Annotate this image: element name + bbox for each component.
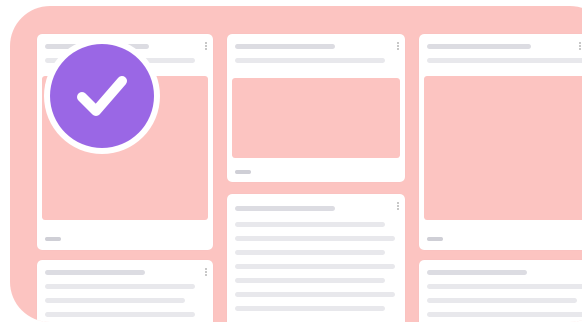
- card-text-placeholder: [427, 58, 582, 63]
- card-text-placeholder: [235, 278, 385, 283]
- checkmark-glyph: [77, 76, 127, 116]
- card-text-placeholder: [427, 284, 582, 289]
- card-menu-icon[interactable]: [205, 268, 207, 276]
- card-title-placeholder: [45, 270, 145, 275]
- card-text-placeholder: [427, 298, 577, 303]
- board-card[interactable]: [227, 194, 405, 322]
- card-text-placeholder: [235, 58, 385, 63]
- board-card[interactable]: [37, 260, 213, 322]
- card-image: [424, 76, 582, 220]
- card-title-placeholder: [235, 44, 335, 49]
- card-text-placeholder: [235, 264, 395, 269]
- board-card[interactable]: [419, 34, 582, 250]
- card-footer-meta: [427, 237, 443, 241]
- card-menu-icon[interactable]: [579, 42, 581, 50]
- checkmark-icon: [50, 44, 154, 148]
- board-card[interactable]: [227, 34, 405, 182]
- card-title-placeholder: [235, 206, 335, 211]
- card-title-placeholder: [427, 44, 531, 49]
- card-title-placeholder: [427, 270, 527, 275]
- card-footer-meta: [235, 170, 251, 174]
- card-text-placeholder: [45, 312, 195, 317]
- card-text-placeholder: [45, 284, 195, 289]
- board-card[interactable]: [419, 260, 582, 322]
- selected-check-badge[interactable]: [44, 38, 160, 154]
- card-menu-icon[interactable]: [205, 42, 207, 50]
- card-text-placeholder: [235, 222, 385, 227]
- card-menu-icon[interactable]: [397, 42, 399, 50]
- card-text-placeholder: [235, 236, 395, 241]
- card-text-placeholder: [235, 292, 395, 297]
- card-text-placeholder: [235, 306, 385, 311]
- card-footer-meta: [45, 237, 61, 241]
- card-image: [232, 78, 400, 158]
- card-menu-icon[interactable]: [397, 202, 399, 210]
- card-text-placeholder: [427, 312, 582, 317]
- card-text-placeholder: [235, 250, 385, 255]
- card-text-placeholder: [45, 298, 185, 303]
